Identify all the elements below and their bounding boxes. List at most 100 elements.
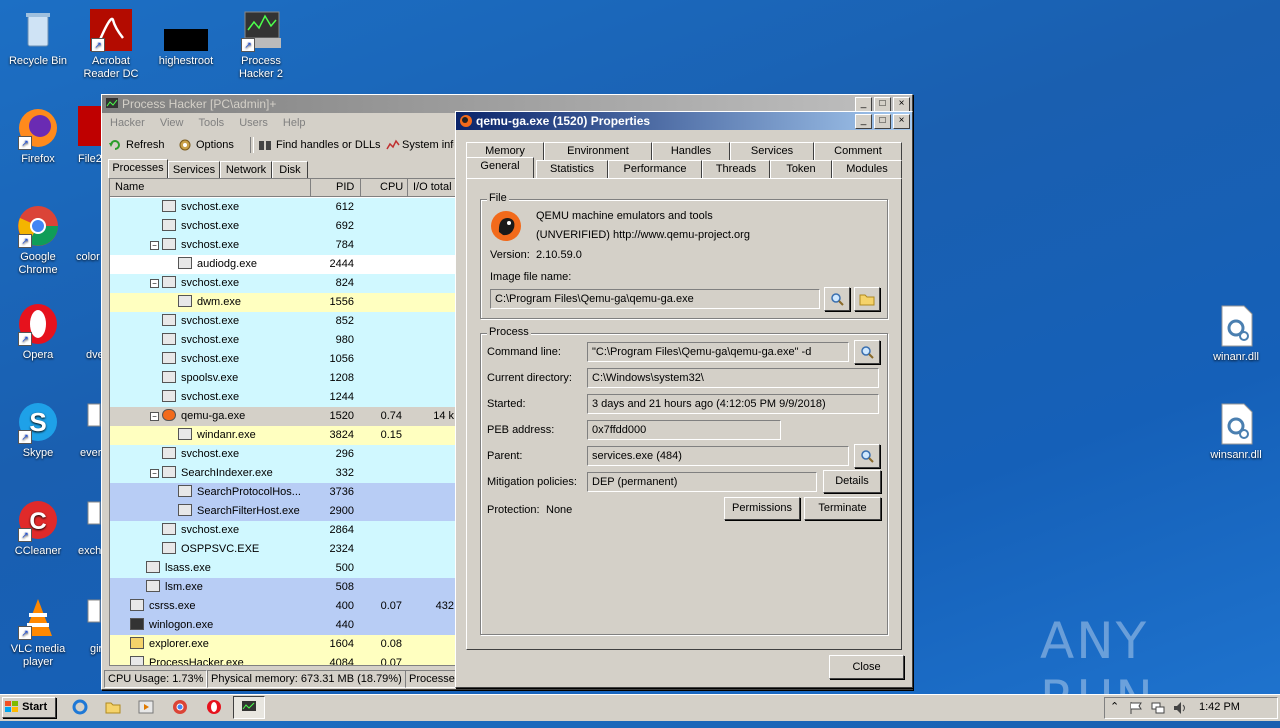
- process-row[interactable]: svchost.exe 692: [110, 217, 456, 236]
- process-row[interactable]: − svchost.exe 784: [110, 236, 456, 255]
- process-row[interactable]: ProcessHacker.exe 4084 0.07: [110, 654, 456, 665]
- process-row[interactable]: svchost.exe 2864: [110, 521, 456, 540]
- cmdline-inspect-button[interactable]: [854, 340, 880, 364]
- details-button[interactable]: Details: [823, 470, 881, 493]
- process-row[interactable]: svchost.exe 612: [110, 198, 456, 217]
- process-row[interactable]: spoolsv.exe 1208: [110, 369, 456, 388]
- curdir-field[interactable]: C:\Windows\system32\: [587, 368, 879, 388]
- process-row[interactable]: svchost.exe 1244: [110, 388, 456, 407]
- tree-collapse-icon[interactable]: −: [150, 241, 159, 250]
- process-row[interactable]: winlogon.exe 440: [110, 616, 456, 635]
- network-icon[interactable]: [1151, 701, 1165, 715]
- tab-disk[interactable]: Disk: [272, 161, 308, 179]
- close-button[interactable]: ×: [893, 114, 910, 129]
- inspect-image-button[interactable]: [824, 287, 850, 311]
- maximize-button[interactable]: □: [874, 114, 891, 129]
- maximize-button[interactable]: □: [874, 97, 891, 112]
- opera-taskbar-icon[interactable]: [206, 699, 222, 715]
- process-row[interactable]: lsm.exe 508: [110, 578, 456, 597]
- process-row[interactable]: lsass.exe 500: [110, 559, 456, 578]
- mitigation-field[interactable]: DEP (permanent): [587, 472, 817, 492]
- process-row[interactable]: explorer.exe 1604 0.08: [110, 635, 456, 654]
- peb-field[interactable]: 0x7ffdd000: [587, 420, 781, 440]
- process-row[interactable]: − svchost.exe 824: [110, 274, 456, 293]
- tree-collapse-icon[interactable]: −: [150, 279, 159, 288]
- flag-icon[interactable]: [1129, 701, 1143, 715]
- process-row[interactable]: csrss.exe 400 0.07 432: [110, 597, 456, 616]
- desktop-icon-recycle-bin[interactable]: Recycle Bin: [0, 8, 76, 68]
- tab-network[interactable]: Network: [220, 161, 272, 179]
- tab-modules[interactable]: Modules: [832, 160, 902, 178]
- ie-icon[interactable]: [72, 699, 88, 715]
- desktop-icon-highestroot[interactable]: highestroot: [148, 8, 224, 68]
- tab-services[interactable]: Services: [730, 142, 814, 160]
- open-folder-button[interactable]: [854, 287, 880, 311]
- close-dialog-button[interactable]: Close: [829, 655, 904, 679]
- parent-field[interactable]: services.exe (484): [587, 446, 849, 466]
- tab-performance[interactable]: Performance: [608, 160, 702, 178]
- tab-comment[interactable]: Comment: [814, 142, 902, 160]
- clock[interactable]: 1:42 PM: [1199, 701, 1240, 713]
- chrome-taskbar-icon[interactable]: [172, 699, 188, 715]
- process-row[interactable]: audiodg.exe 2444: [110, 255, 456, 274]
- process-row[interactable]: svchost.exe 852: [110, 312, 456, 331]
- properties-dialog[interactable]: qemu-ga.exe (1520) Properties _ □ × Memo…: [455, 111, 913, 688]
- props-titlebar[interactable]: qemu-ga.exe (1520) Properties _ □ ×: [456, 112, 912, 130]
- start-button[interactable]: Start: [2, 697, 56, 718]
- close-button[interactable]: ×: [893, 97, 910, 112]
- find-handles-button[interactable]: Find handles or DLLs: [276, 139, 381, 151]
- started-field[interactable]: 3 days and 21 hours ago (4:12:05 PM 9/9/…: [587, 394, 879, 414]
- process-row[interactable]: − qemu-ga.exe 1520 0.74 14 k: [110, 407, 456, 426]
- desktop-icon-acrobat[interactable]: ↗ Acrobat Reader DC: [73, 8, 149, 81]
- refresh-button[interactable]: Refresh: [126, 139, 165, 151]
- media-player-icon[interactable]: [138, 699, 154, 715]
- tree-collapse-icon[interactable]: −: [150, 469, 159, 478]
- process-row[interactable]: svchost.exe 296: [110, 445, 456, 464]
- process-row[interactable]: svchost.exe 980: [110, 331, 456, 350]
- process-row[interactable]: svchost.exe 1056: [110, 350, 456, 369]
- column-cpu[interactable]: CPU: [380, 179, 403, 196]
- menu-hacker[interactable]: Hacker: [110, 117, 145, 133]
- tab-general[interactable]: General: [466, 157, 534, 178]
- column-name[interactable]: Name: [115, 179, 144, 196]
- tab-environment[interactable]: Environment: [544, 142, 652, 160]
- menu-view[interactable]: View: [160, 117, 184, 133]
- system-info-button[interactable]: System info: [402, 139, 454, 151]
- process-row[interactable]: SearchFilterHost.exe 2900: [110, 502, 456, 521]
- process-row[interactable]: OSPPSVC.EXE 2324: [110, 540, 456, 559]
- options-button[interactable]: Options: [196, 139, 234, 151]
- process-row[interactable]: − SearchIndexer.exe 332: [110, 464, 456, 483]
- image-path-field[interactable]: C:\Program Files\Qemu-ga\qemu-ga.exe: [490, 289, 820, 309]
- volume-icon[interactable]: [1173, 701, 1187, 715]
- parent-inspect-button[interactable]: [854, 444, 880, 468]
- desktop-icon-winsanr-dll[interactable]: winsanr.dll: [1198, 402, 1274, 462]
- process-row[interactable]: windanr.exe 3824 0.15: [110, 426, 456, 445]
- tree-collapse-icon[interactable]: −: [150, 412, 159, 421]
- tab-services[interactable]: Services: [168, 161, 220, 179]
- permissions-button[interactable]: Permissions: [724, 497, 800, 520]
- desktop-icon-process-hacker[interactable]: ↗ Process Hacker 2: [223, 8, 299, 81]
- desktop-icon-winanr-dll[interactable]: winanr.dll: [1198, 304, 1274, 364]
- menu-users[interactable]: Users: [239, 117, 268, 133]
- terminate-button[interactable]: Terminate: [804, 497, 881, 520]
- tab-handles[interactable]: Handles: [652, 142, 730, 160]
- minimize-button[interactable]: _: [855, 114, 872, 129]
- tab-threads[interactable]: Threads: [702, 160, 770, 178]
- process-hacker-taskbar-button[interactable]: [233, 696, 265, 719]
- menu-help[interactable]: Help: [283, 117, 306, 133]
- process-window-icon: [178, 485, 192, 498]
- tab-statistics[interactable]: Statistics: [536, 160, 608, 178]
- explorer-folder-icon[interactable]: [105, 699, 121, 715]
- process-row[interactable]: dwm.exe 1556: [110, 293, 456, 312]
- process-tree[interactable]: Name PID CPU I/O total svchost.exe 612 svc…: [109, 178, 457, 666]
- column-io-total[interactable]: I/O total: [413, 179, 452, 196]
- cmdline-field[interactable]: "C:\Program Files\Qemu-ga\qemu-ga.exe" -…: [587, 342, 849, 362]
- minimize-button[interactable]: _: [855, 97, 872, 112]
- tab-token[interactable]: Token: [770, 160, 832, 178]
- menu-tools[interactable]: Tools: [199, 117, 225, 133]
- process-row[interactable]: SearchProtocolHos... 3736: [110, 483, 456, 502]
- tab-processes[interactable]: Processes: [108, 159, 168, 178]
- show-hidden-icons-chevron-icon[interactable]: ⌃: [1110, 700, 1119, 713]
- column-pid[interactable]: PID: [336, 179, 354, 196]
- process-window-icon: [162, 447, 176, 460]
